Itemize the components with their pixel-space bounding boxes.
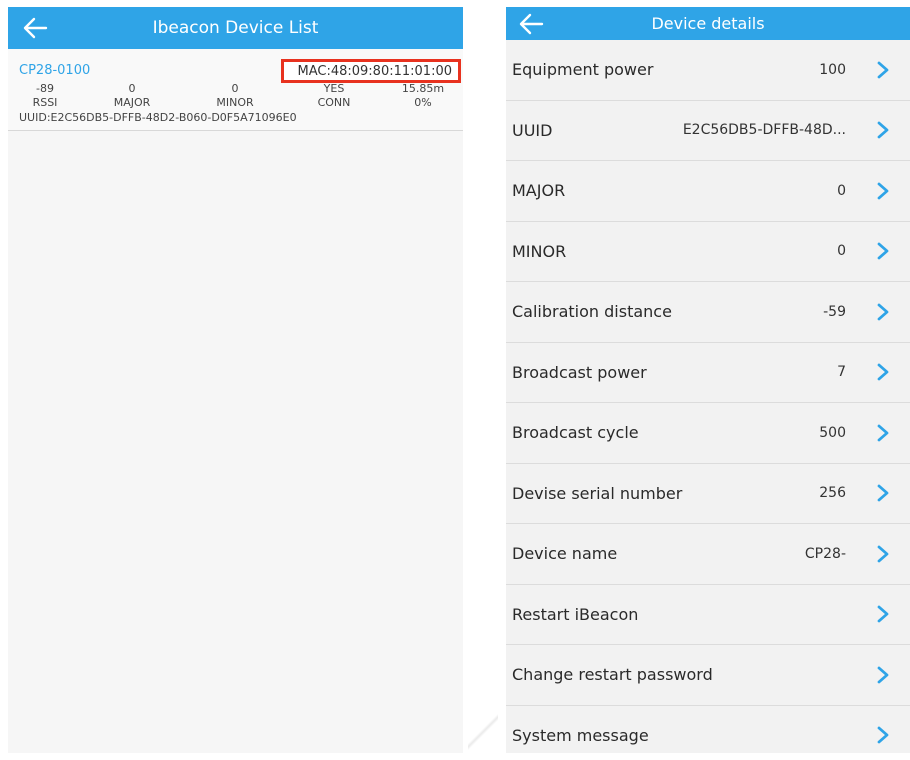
major-value: 0 <box>128 82 136 95</box>
arrow-left-icon <box>23 17 48 39</box>
stat-labels-row: RSSI MAJOR MINOR CONN 0% <box>8 96 463 109</box>
device-list-item[interactable]: CP28-0100 MAC:48:09:80:11:01:00 -89 0 0 … <box>8 49 463 131</box>
battery-label: 0% <box>414 96 432 109</box>
rssi-value: -89 <box>36 82 54 95</box>
device-name: CP28-0100 <box>19 63 91 78</box>
back-button[interactable] <box>518 7 552 40</box>
detail-value: 0 <box>837 182 846 199</box>
detail-list: Equipment power 100 UUID E2C56DB5-DFFB-48D.… <box>506 40 910 753</box>
chevron-right-icon <box>877 726 889 744</box>
detail-row[interactable]: MINOR 0 <box>506 221 910 282</box>
detail-row[interactable]: MAJOR 0 <box>506 161 910 222</box>
device-details-screen: Device details Equipment power 100 UUID E2C… <box>506 7 910 753</box>
detail-row[interactable]: Broadcast power 7 <box>506 342 910 403</box>
conn-label: CONN <box>317 96 351 109</box>
detail-label: Restart iBeacon <box>512 604 639 624</box>
distance-value: 15.85m <box>401 82 445 95</box>
detail-label: Equipment power <box>512 60 654 80</box>
chevron-right-icon <box>877 242 889 260</box>
detail-label: MAJOR <box>512 181 566 201</box>
detail-value: E2C56DB5-DFFB-48D... <box>682 122 846 139</box>
conn-value: YES <box>323 82 345 95</box>
detail-label: Broadcast cycle <box>512 423 639 443</box>
detail-value: CP28- <box>804 545 846 562</box>
detail-row[interactable]: Equipment power 100 <box>506 40 910 101</box>
chevron-right-icon <box>877 545 889 563</box>
detail-row[interactable]: Device name CP28- <box>506 524 910 585</box>
chevron-right-icon <box>877 424 889 442</box>
chevron-right-icon <box>877 605 889 623</box>
chevron-right-icon <box>877 363 889 381</box>
chevron-right-icon <box>877 666 889 684</box>
detail-label: Devise serial number <box>512 483 683 503</box>
chevron-right-icon <box>877 303 889 321</box>
detail-row[interactable]: Restart iBeacon <box>506 584 910 645</box>
chevron-right-icon <box>877 121 889 139</box>
arrow-left-icon <box>519 13 544 34</box>
detail-value: 256 <box>819 485 846 502</box>
detail-label: System message <box>512 725 649 745</box>
page-title: Device details <box>651 14 765 33</box>
detail-label: Calibration distance <box>512 302 672 322</box>
stat-values-row: -89 0 0 YES 15.85m <box>8 82 463 95</box>
chevron-right-icon <box>877 182 889 200</box>
minor-value: 0 <box>231 82 239 95</box>
watermark <box>468 712 498 752</box>
detail-value: 100 <box>819 61 846 78</box>
detail-row[interactable]: Devise serial number 256 <box>506 463 910 524</box>
back-button[interactable] <box>22 7 56 49</box>
detail-row[interactable]: System message <box>506 705 910 753</box>
rssi-label: RSSI <box>32 96 58 109</box>
device-uuid: UUID:E2C56DB5-DFFB-48D2-B060-D0F5A71096E… <box>19 111 297 124</box>
chevron-right-icon <box>877 484 889 502</box>
detail-row[interactable]: Calibration distance -59 <box>506 282 910 343</box>
detail-value: -59 <box>823 303 846 320</box>
minor-label: MINOR <box>216 96 254 109</box>
detail-label: MINOR <box>512 241 567 261</box>
detail-value: 7 <box>837 364 846 381</box>
detail-value: 0 <box>837 243 846 260</box>
chevron-right-icon <box>877 61 889 79</box>
detail-row[interactable]: Change restart password <box>506 645 910 706</box>
device-list-header: Ibeacon Device List <box>8 7 463 49</box>
detail-label: UUID <box>512 120 553 140</box>
page-title: Ibeacon Device List <box>152 18 319 38</box>
detail-row[interactable]: Broadcast cycle 500 <box>506 403 910 464</box>
detail-label: Device name <box>512 544 618 564</box>
detail-label: Change restart password <box>512 665 713 685</box>
device-list-screen: Ibeacon Device List CP28-0100 MAC:48:09:… <box>8 7 463 753</box>
detail-row[interactable]: UUID E2C56DB5-DFFB-48D... <box>506 100 910 161</box>
major-label: MAJOR <box>113 96 151 109</box>
detail-label: Broadcast power <box>512 362 647 382</box>
detail-value: 500 <box>819 424 846 441</box>
device-details-header: Device details <box>506 7 910 40</box>
mac-address: MAC:48:09:80:11:01:00 <box>280 59 461 83</box>
